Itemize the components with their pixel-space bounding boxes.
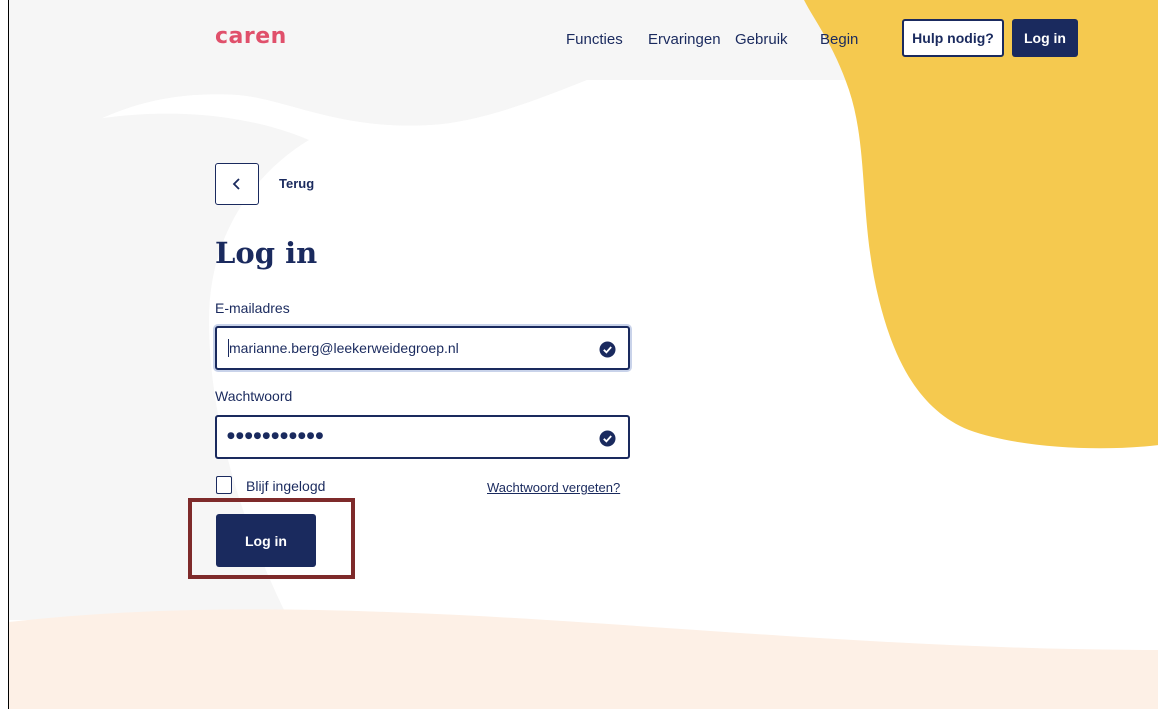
email-value: marianne.berg@leekerweidegroep.nl [229, 340, 459, 356]
back-label[interactable]: Terug [279, 176, 314, 191]
login-submit-button[interactable]: Log in [216, 514, 316, 567]
page-title: Log in [215, 236, 318, 270]
email-label: E-mailadres [215, 300, 290, 316]
header-login-button[interactable]: Log in [1012, 19, 1078, 57]
password-field[interactable]: ●●●●●●●●●●● [215, 415, 630, 459]
check-circle-icon [599, 430, 616, 447]
back-button[interactable] [215, 163, 259, 205]
nav-begin[interactable]: Begin [820, 31, 858, 48]
remember-label[interactable]: Blijf ingelogd [246, 478, 325, 494]
help-button[interactable]: Hulp nodig? [902, 19, 1004, 57]
caren-logo[interactable]: caren [215, 24, 287, 49]
remember-checkbox[interactable] [216, 476, 232, 494]
password-label: Wachtwoord [215, 388, 293, 404]
password-mask: ●●●●●●●●●●● [227, 431, 325, 441]
check-circle-icon [599, 341, 616, 358]
email-field[interactable]: marianne.berg@leekerweidegroep.nl [215, 326, 630, 370]
nav-ervaringen[interactable]: Ervaringen [648, 31, 721, 48]
nav-functies[interactable]: Functies [566, 31, 623, 48]
nav-gebruik[interactable]: Gebruik [735, 31, 788, 48]
forgot-password-link[interactable]: Wachtwoord vergeten? [487, 480, 620, 495]
page: caren Functies Ervaringen Gebruik Begin … [8, 0, 1158, 709]
chevron-left-icon [232, 178, 240, 190]
